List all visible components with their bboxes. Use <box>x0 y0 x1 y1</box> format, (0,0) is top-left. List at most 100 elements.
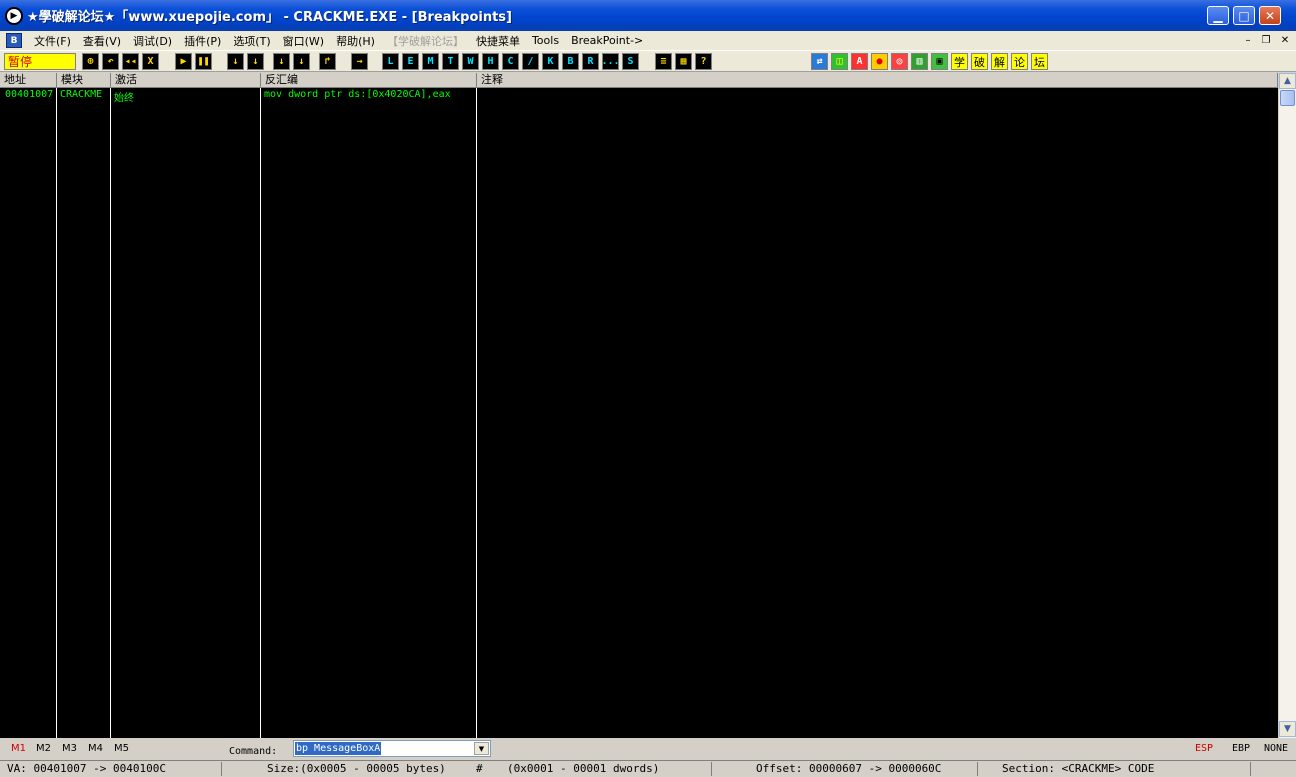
cpu-window-icon[interactable]: C <box>502 53 519 70</box>
pause-icon[interactable]: ❚❚ <box>195 53 212 70</box>
close-button[interactable]: ✕ <box>1259 6 1281 25</box>
mdi-close-button[interactable]: ✕ <box>1277 33 1293 47</box>
breakpoint-active: 始终 <box>114 93 134 104</box>
column-divider <box>260 88 261 738</box>
panel-icon[interactable]: ▣ <box>931 53 948 70</box>
menu-forum: 【学破解论坛】 <box>386 34 464 48</box>
menu-file[interactable]: 文件(F) <box>28 33 77 49</box>
menu-debug[interactable]: 调试(D) <box>127 33 178 49</box>
run-icon[interactable]: ▶ <box>175 53 192 70</box>
scroll-thumb[interactable] <box>1280 90 1295 106</box>
breakpoint-address: 00401007 <box>5 89 54 100</box>
target-icon[interactable]: ◎ <box>891 53 908 70</box>
menu-breakpoint[interactable]: BreakPoint-> <box>565 34 649 47</box>
register-esp[interactable]: ESP <box>1195 743 1213 754</box>
source-window-icon[interactable]: S <box>622 53 639 70</box>
grid-view-icon[interactable]: ▦ <box>675 53 692 70</box>
status-offset: Offset: 00000607 -> 0000060C <box>756 762 942 775</box>
column-divider <box>56 88 57 738</box>
column-header-active[interactable]: 激活 <box>111 73 261 88</box>
run-trace-window-icon[interactable]: ... <box>601 53 620 70</box>
swap-icon[interactable]: ⇄ <box>811 53 828 70</box>
status-section: Section: <CRACKME> CODE <box>1002 762 1155 775</box>
column-header-module[interactable]: 模块 <box>57 73 111 88</box>
help-icon[interactable]: ? <box>695 53 712 70</box>
tab-m1[interactable]: M1 <box>11 743 26 754</box>
equalizer-icon[interactable]: ▥ <box>911 53 928 70</box>
menu-plugins[interactable]: 插件(P) <box>178 33 227 49</box>
status-divider <box>977 762 978 776</box>
open-icon[interactable]: ⊕ <box>82 53 99 70</box>
windows-window-icon[interactable]: W <box>462 53 479 70</box>
call-stack-window-icon[interactable]: K <box>542 53 559 70</box>
ascii-icon[interactable]: A <box>851 53 868 70</box>
status-size: Size:(0x0005 - 00005 bytes) <box>267 762 446 775</box>
handles-window-icon[interactable]: H <box>482 53 499 70</box>
step-into-icon[interactable]: ↓ <box>227 53 244 70</box>
column-header-address[interactable]: 地址 <box>0 73 57 88</box>
step-over-icon[interactable]: ↓ <box>247 53 264 70</box>
mdi-restore-button[interactable]: ❐ <box>1258 33 1274 47</box>
tab-m2[interactable]: M2 <box>36 743 51 754</box>
status-divider <box>1250 762 1251 776</box>
record-icon[interactable]: ● <box>871 53 888 70</box>
rewind-icon[interactable]: ◂◂ <box>122 53 139 70</box>
register-ebp[interactable]: EBP <box>1232 743 1250 754</box>
toolbar: 暂停 ⊕ ↶ ◂◂ X ▶ ❚❚ ↓ ↓ ↓ ↓ ↱ → L E M T W H… <box>0 50 1296 72</box>
forum-tan-button[interactable]: 坛 <box>1031 53 1048 70</box>
minimize-button[interactable]: ▁ <box>1207 6 1229 25</box>
breakpoint-disassembly: mov dword ptr ds:[0x4020CA],eax <box>264 89 451 100</box>
command-input[interactable]: bp MessageBoxA <box>295 742 382 755</box>
child-window-icon[interactable]: B <box>6 33 22 48</box>
command-label: Command: <box>229 746 278 757</box>
column-header-disassembly[interactable]: 反汇编 <box>261 73 477 88</box>
mdi-minimize-button[interactable]: – <box>1240 33 1256 47</box>
tab-m4[interactable]: M4 <box>88 743 103 754</box>
menu-help[interactable]: 帮助(H) <box>330 33 381 49</box>
scroll-up-icon[interactable]: ▲ <box>1279 73 1296 89</box>
forum-jie-button[interactable]: 解 <box>991 53 1008 70</box>
execute-till-return-icon[interactable]: ↱ <box>319 53 336 70</box>
menu-view[interactable]: 查看(V) <box>77 33 127 49</box>
command-combobox[interactable]: bp MessageBoxA ▼ <box>293 740 491 757</box>
references-window-icon[interactable]: R <box>582 53 599 70</box>
debug-status-indicator: 暂停 <box>4 53 76 70</box>
split-icon[interactable]: ◫ <box>831 53 848 70</box>
close-program-icon[interactable]: X <box>142 53 159 70</box>
threads-window-icon[interactable]: T <box>442 53 459 70</box>
title-bar[interactable]: ▶ ★學破解论坛★「www.xuepojie.com」 - CRACKME.EX… <box>0 0 1296 31</box>
modules-window-icon[interactable]: E <box>402 53 419 70</box>
menu-shortcut[interactable]: 快捷菜单 <box>470 33 526 49</box>
column-divider <box>476 88 477 738</box>
menu-window[interactable]: 窗口(W) <box>277 33 330 49</box>
vertical-scrollbar[interactable]: ▲ ▼ <box>1278 73 1296 738</box>
status-va: VA: 00401007 -> 0040100C <box>7 762 166 775</box>
forum-xue-button[interactable]: 学 <box>951 53 968 70</box>
list-view-icon[interactable]: ≡ <box>655 53 672 70</box>
command-bar: M1 M2 M3 M4 M5 Command: bp MessageBoxA ▼… <box>0 738 1296 760</box>
window-title: ★學破解论坛★「www.xuepojie.com」 - CRACKME.EXE … <box>27 10 512 25</box>
chevron-down-icon[interactable]: ▼ <box>474 742 489 755</box>
column-header-comment[interactable]: 注释 <box>477 73 1278 88</box>
status-hash: # <box>476 762 483 775</box>
restart-icon[interactable]: ↶ <box>102 53 119 70</box>
breakpoint-list[interactable]: 00401007 CRACKME 始终 mov dword ptr ds:[0x… <box>0 88 1278 738</box>
log-window-icon[interactable]: L <box>382 53 399 70</box>
app-icon[interactable]: ▶ <box>5 6 23 25</box>
trace-into-icon[interactable]: ↓ <box>273 53 290 70</box>
menu-options[interactable]: 选项(T) <box>227 33 276 49</box>
tab-m5[interactable]: M5 <box>114 743 129 754</box>
trace-over-icon[interactable]: ↓ <box>293 53 310 70</box>
tab-m3[interactable]: M3 <box>62 743 77 754</box>
forum-lun-button[interactable]: 论 <box>1011 53 1028 70</box>
status-divider <box>221 762 222 776</box>
memory-window-icon[interactable]: M <box>422 53 439 70</box>
menu-tools[interactable]: Tools <box>526 34 565 47</box>
go-to-icon[interactable]: → <box>351 53 368 70</box>
register-none[interactable]: NONE <box>1264 743 1288 754</box>
breakpoints-window-icon[interactable]: B <box>562 53 579 70</box>
scroll-down-icon[interactable]: ▼ <box>1279 721 1296 737</box>
maximize-button[interactable]: □ <box>1233 6 1255 25</box>
patches-window-icon[interactable]: / <box>522 53 539 70</box>
forum-po-button[interactable]: 破 <box>971 53 988 70</box>
